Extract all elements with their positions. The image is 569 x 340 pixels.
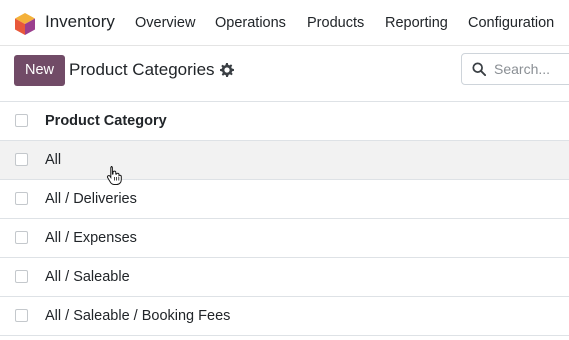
control-panel: New Product Categories (0, 46, 569, 102)
new-button[interactable]: New (14, 55, 65, 86)
app-name[interactable]: Inventory (45, 12, 115, 32)
row-checkbox[interactable] (15, 309, 28, 322)
top-navbar: Inventory Overview Operations Products R… (0, 0, 569, 46)
select-all-checkbox[interactable] (15, 114, 28, 127)
category-name[interactable]: All / Deliveries (45, 191, 137, 207)
menu-item-reporting[interactable]: Reporting (385, 15, 448, 31)
column-header-product-category[interactable]: Product Category (45, 113, 167, 129)
menu-item-operations[interactable]: Operations (215, 15, 286, 31)
category-name[interactable]: All (45, 152, 61, 168)
table-row[interactable]: All (0, 141, 569, 180)
menu-item-products[interactable]: Products (307, 15, 364, 31)
product-category-list: Product Category All All / Deliveries Al… (0, 102, 569, 336)
row-checkbox[interactable] (15, 270, 28, 283)
gear-icon[interactable] (220, 63, 234, 77)
table-row[interactable]: All / Expenses (0, 219, 569, 258)
search-bar[interactable] (461, 53, 569, 85)
category-name[interactable]: All / Saleable (45, 269, 130, 285)
page-title: Product Categories (69, 60, 215, 79)
row-checkbox[interactable] (15, 192, 28, 205)
menu-item-configuration[interactable]: Configuration (468, 15, 554, 31)
category-name[interactable]: All / Saleable / Booking Fees (45, 308, 230, 324)
menu-item-overview[interactable]: Overview (135, 15, 195, 31)
table-row[interactable]: All / Saleable / Booking Fees (0, 297, 569, 336)
table-row[interactable]: All / Deliveries (0, 180, 569, 219)
inventory-app-logo-icon[interactable] (14, 12, 36, 36)
list-header-row: Product Category (0, 102, 569, 141)
search-icon (472, 62, 486, 76)
row-checkbox[interactable] (15, 231, 28, 244)
row-checkbox[interactable] (15, 153, 28, 166)
search-input[interactable] (494, 59, 569, 79)
category-name[interactable]: All / Expenses (45, 230, 137, 246)
table-row[interactable]: All / Saleable (0, 258, 569, 297)
